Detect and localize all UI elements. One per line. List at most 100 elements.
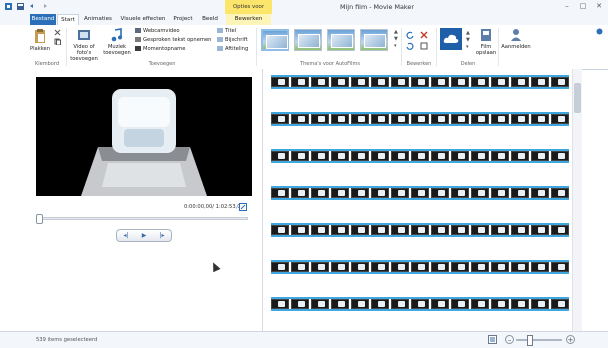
close-button[interactable]: ✕ [594, 1, 604, 12]
storyboard-clip[interactable] [531, 114, 549, 124]
storyboard-clip[interactable] [431, 151, 449, 161]
copy-icon[interactable] [54, 38, 61, 45]
storyboard-clip[interactable] [351, 299, 369, 309]
previous-frame-button[interactable]: ◂| [117, 230, 135, 241]
storyboard-clip[interactable] [391, 225, 409, 235]
save-icon[interactable] [16, 2, 25, 11]
storyboard-clip[interactable] [331, 262, 349, 272]
storyboard-clip[interactable] [471, 188, 489, 198]
storyboard-clip[interactable] [331, 225, 349, 235]
storyboard-clip[interactable] [551, 151, 569, 161]
redo-icon[interactable] [40, 2, 49, 11]
tab-edit[interactable]: Bewerken [226, 14, 271, 25]
storyboard-clip[interactable] [511, 151, 529, 161]
remove-icon[interactable] [420, 31, 428, 39]
storyboard-clip[interactable] [471, 151, 489, 161]
storyboard-clip[interactable] [351, 262, 369, 272]
autofilm-theme-3[interactable] [327, 29, 355, 51]
title-button[interactable]: Titel [217, 28, 236, 35]
autofilm-theme-4[interactable] [360, 29, 388, 51]
storyboard-clip[interactable] [491, 225, 509, 235]
tab-animations[interactable]: Animaties [82, 14, 114, 25]
storyboard-clip[interactable] [271, 262, 289, 272]
storyboard-clip[interactable] [491, 299, 509, 309]
storyboard-clip[interactable] [411, 114, 429, 124]
storyboard-clip[interactable] [431, 77, 449, 87]
storyboard-clip[interactable] [371, 151, 389, 161]
storyboard-clip[interactable] [351, 188, 369, 198]
storyboard-clip[interactable] [331, 299, 349, 309]
storyboard-clip[interactable] [331, 188, 349, 198]
storyboard-clip[interactable] [511, 77, 529, 87]
storyboard-clip[interactable] [391, 77, 409, 87]
storyboard-clip[interactable] [551, 225, 569, 235]
storyboard-clip[interactable] [351, 114, 369, 124]
storyboard-clip[interactable] [331, 114, 349, 124]
storyboard-clip[interactable] [531, 151, 549, 161]
storyboard-clip[interactable] [271, 77, 289, 87]
storyboard-clip[interactable] [291, 77, 309, 87]
tab-start[interactable]: Start [57, 14, 79, 25]
storyboard-scrollbar[interactable] [572, 69, 582, 331]
storyboard-clip[interactable] [491, 188, 509, 198]
add-music-button[interactable]: Muziek toevoegen [103, 28, 131, 56]
storyboard-clip[interactable] [371, 114, 389, 124]
minimize-button[interactable]: – [562, 1, 572, 12]
storyboard-clip[interactable] [431, 299, 449, 309]
zoom-out-button[interactable]: – [505, 335, 514, 344]
storyboard-clip[interactable] [451, 262, 469, 272]
storyboard-clip[interactable] [491, 77, 509, 87]
storyboard-clip[interactable] [271, 299, 289, 309]
storyboard-clip[interactable] [411, 151, 429, 161]
autofilm-theme-1[interactable] [261, 29, 289, 51]
storyboard-clip[interactable] [411, 299, 429, 309]
webcam-button[interactable]: Webcamvideo [135, 28, 180, 35]
storyboard-clip[interactable] [471, 262, 489, 272]
storyboard-clip[interactable] [511, 299, 529, 309]
storyboard-clip[interactable] [431, 188, 449, 198]
storyboard-clip[interactable] [451, 77, 469, 87]
storyboard-clip[interactable] [311, 225, 329, 235]
storyboard-clip[interactable] [271, 114, 289, 124]
storyboard-clip[interactable] [411, 225, 429, 235]
storyboard-clip[interactable] [411, 188, 429, 198]
storyboard-clip[interactable] [351, 151, 369, 161]
save-movie-button[interactable]: Film opslaan [475, 28, 497, 56]
storyboard-clip[interactable] [311, 151, 329, 161]
storyboard-clip[interactable] [311, 188, 329, 198]
storyboard-clip[interactable] [411, 77, 429, 87]
thumbnail-size-icon[interactable] [488, 335, 497, 344]
storyboard-clip[interactable] [531, 299, 549, 309]
storyboard-clip[interactable] [291, 262, 309, 272]
storyboard-clip[interactable] [431, 114, 449, 124]
tab-visual-effects[interactable]: Visuele effecten [118, 14, 168, 25]
snapshot-button[interactable]: Momentopname [135, 46, 185, 53]
storyboard-clip[interactable] [311, 299, 329, 309]
storyboard-clip[interactable] [491, 262, 509, 272]
signin-button[interactable]: Aanmelden [501, 28, 531, 50]
storyboard-clip[interactable] [391, 299, 409, 309]
play-button[interactable]: ▶ [135, 230, 153, 241]
storyboard-clip[interactable] [451, 225, 469, 235]
storyboard-clip[interactable] [531, 77, 549, 87]
credits-button[interactable]: Aftiteling [217, 46, 248, 53]
tab-project[interactable]: Project [171, 14, 195, 25]
storyboard-clip[interactable] [391, 262, 409, 272]
storyboard-clip[interactable] [451, 114, 469, 124]
storyboard-clip[interactable] [451, 151, 469, 161]
storyboard-clip[interactable] [471, 225, 489, 235]
storyboard-clip[interactable] [471, 299, 489, 309]
storyboard-clip[interactable] [531, 188, 549, 198]
storyboard-clip[interactable] [391, 151, 409, 161]
storyboard-clip[interactable] [291, 225, 309, 235]
storyboard-clip[interactable] [291, 151, 309, 161]
storyboard-clip[interactable] [291, 188, 309, 198]
storyboard-clip[interactable] [551, 77, 569, 87]
storyboard-clip[interactable] [511, 225, 529, 235]
next-frame-button[interactable]: |▸ [153, 230, 171, 241]
storyboard-clip[interactable] [511, 188, 529, 198]
storyboard-clip[interactable] [351, 225, 369, 235]
storyboard-clip[interactable] [271, 188, 289, 198]
seek-bar[interactable] [38, 217, 248, 220]
maximize-button[interactable]: □ [578, 1, 588, 12]
